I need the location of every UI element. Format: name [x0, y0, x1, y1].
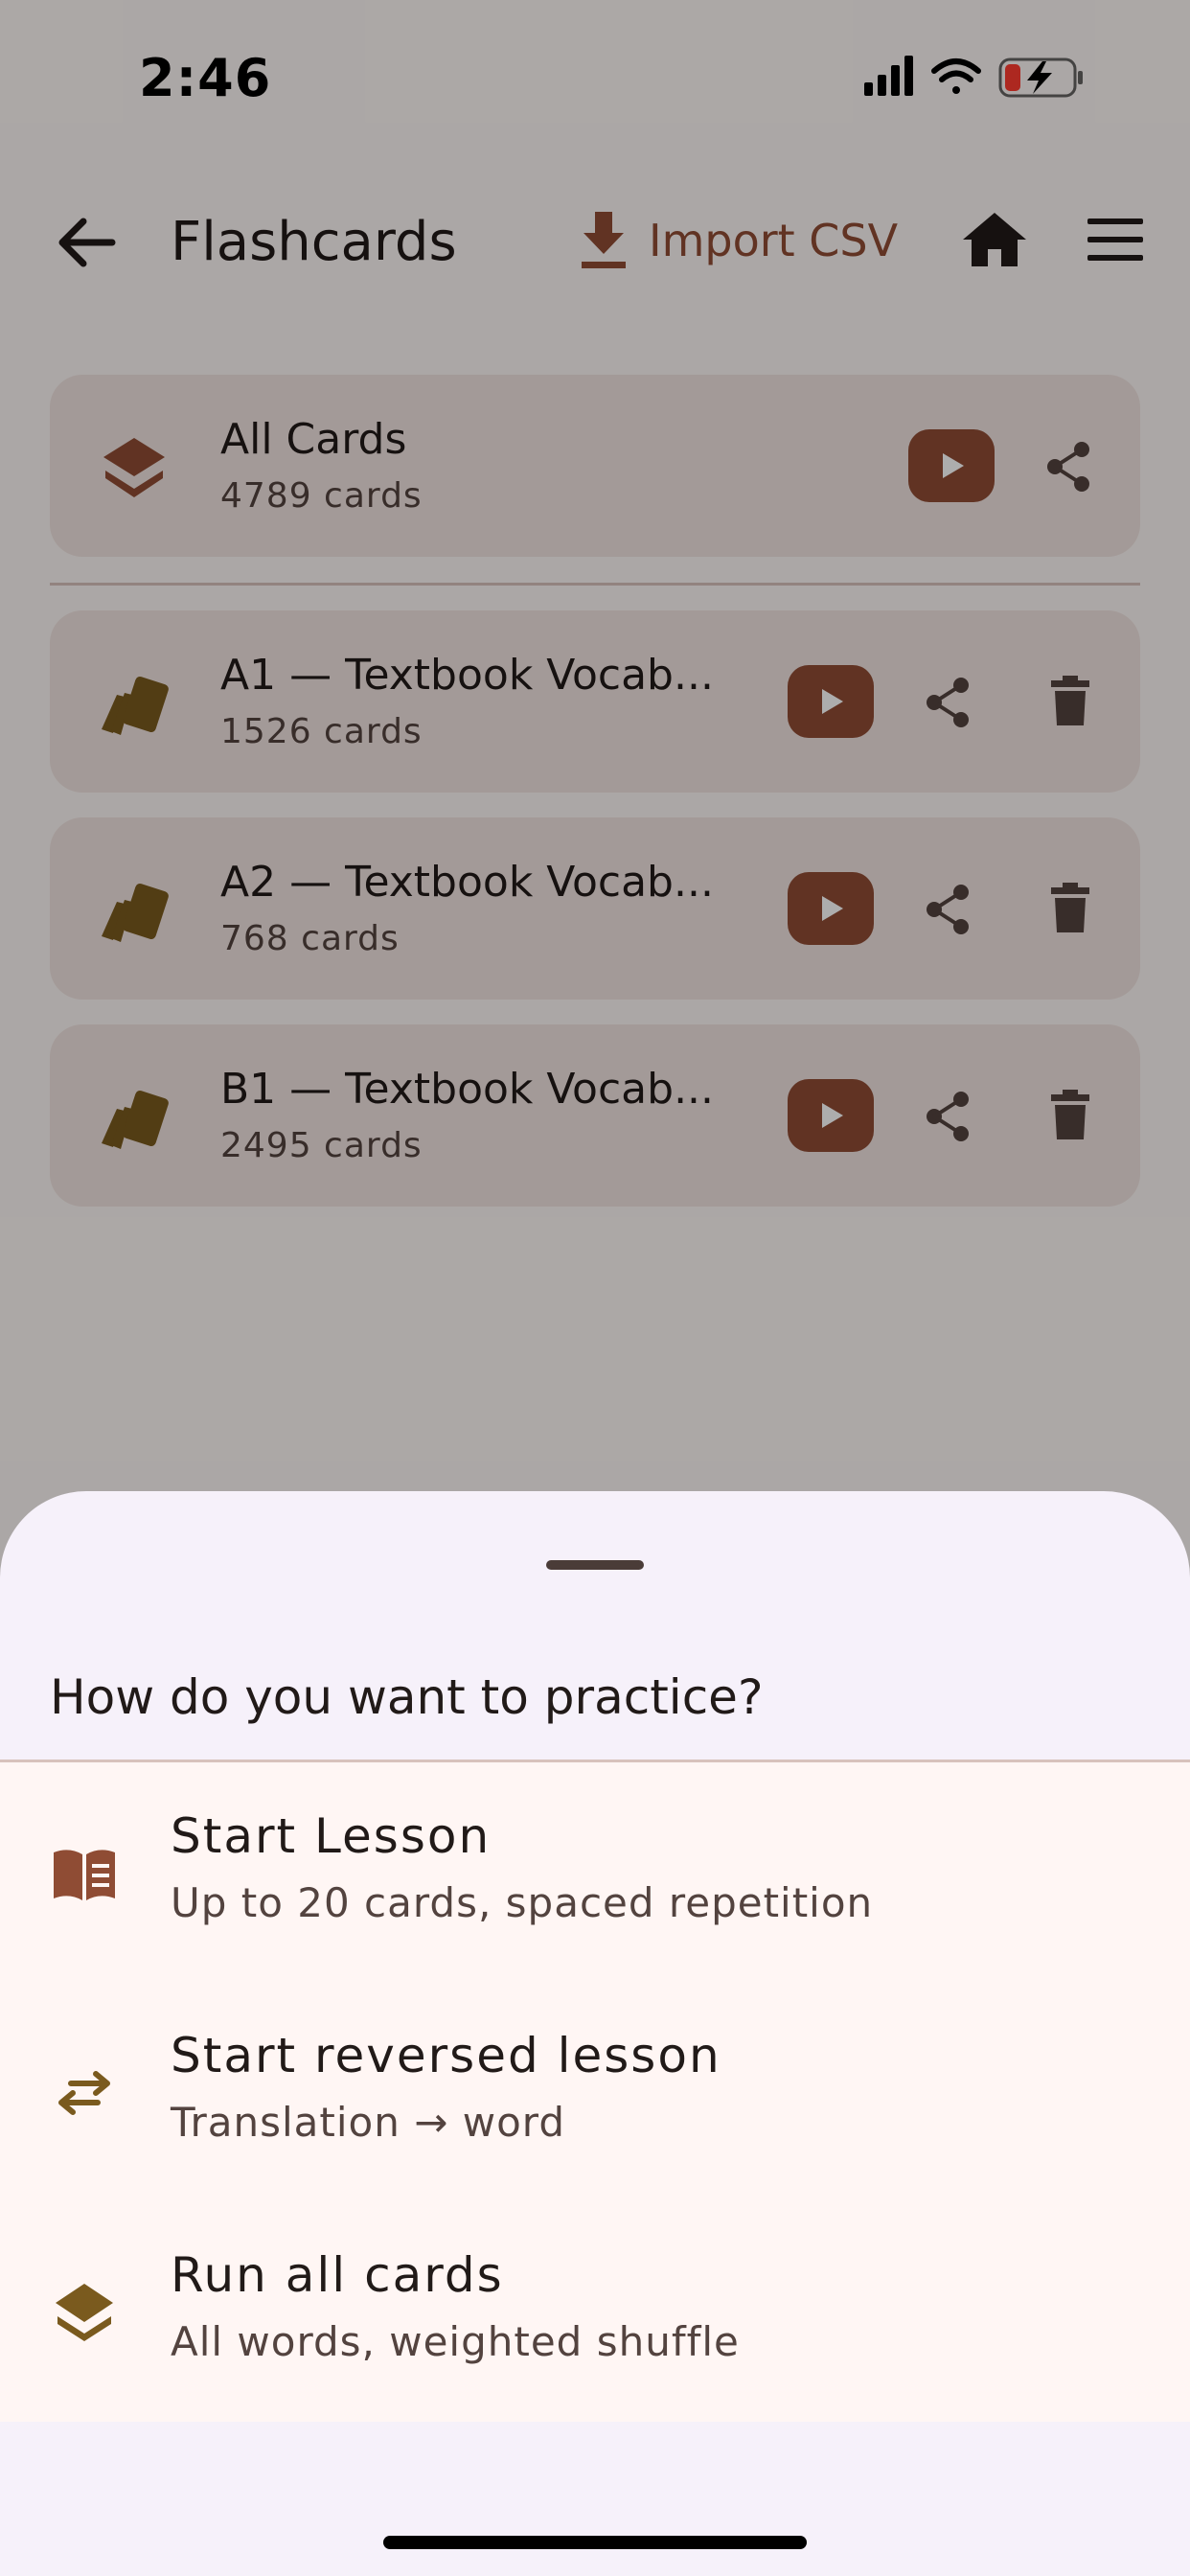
- option-title: Start reversed lesson: [171, 2028, 721, 2083]
- option-subtitle: Translation → word: [171, 2099, 565, 2146]
- sheet-title: How do you want to practice?: [50, 1669, 764, 1725]
- start-lesson-option[interactable]: Start Lesson Up to 20 cards, spaced repe…: [0, 1762, 1190, 1982]
- swap-arrows-icon: [58, 2071, 110, 2115]
- book-icon: [54, 1850, 115, 1900]
- layers-icon: [56, 2284, 113, 2341]
- option-subtitle: All words, weighted shuffle: [171, 2318, 740, 2365]
- run-all-cards-option[interactable]: Run all cards All words, weighted shuffl…: [0, 2201, 1190, 2421]
- home-indicator[interactable]: [383, 2536, 807, 2549]
- option-title: Run all cards: [171, 2247, 504, 2303]
- practice-options: Start Lesson Up to 20 cards, spaced repe…: [0, 1762, 1190, 2422]
- option-subtitle: Up to 20 cards, spaced repetition: [171, 1879, 874, 1926]
- option-title: Start Lesson: [171, 1808, 492, 1864]
- practice-bottom-sheet: How do you want to practice? Start Lesso…: [0, 1491, 1190, 2576]
- start-reversed-lesson-option[interactable]: Start reversed lesson Translation → word: [0, 1982, 1190, 2201]
- drag-handle[interactable]: [546, 1560, 644, 1570]
